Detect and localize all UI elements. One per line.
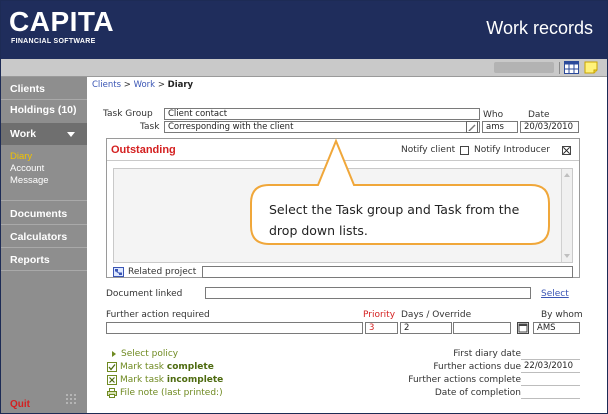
sidebar-subitem-account[interactable]: Account: [10, 163, 44, 174]
cross-box-icon: [107, 375, 117, 385]
task-group-label: Task Group: [103, 109, 153, 119]
sidebar-item-documents[interactable]: Documents: [1, 208, 87, 220]
who-field[interactable]: ams: [482, 121, 518, 133]
days-field[interactable]: 2: [400, 322, 452, 334]
document-linked-label: Document linked: [106, 289, 183, 299]
sidebar-divider: [1, 247, 87, 248]
sidebar-divider: [1, 224, 87, 225]
breadcrumb-work[interactable]: Work: [134, 80, 156, 90]
related-project-label: Related project: [128, 267, 197, 277]
breadcrumb-clients[interactable]: Clients: [92, 80, 121, 90]
edit-icon[interactable]: [466, 121, 478, 133]
app-header: CAPITA FINANCIAL SOFTWARE Work records: [1, 1, 607, 59]
sidebar-item-work[interactable]: Work: [1, 123, 87, 145]
first-diary-date-value: [521, 348, 580, 360]
select-policy-link[interactable]: Select policy: [121, 349, 178, 359]
priority-field[interactable]: 3: [365, 322, 398, 334]
textarea-scrollbar[interactable]: [561, 169, 572, 262]
sidebar-item-holdings[interactable]: Holdings (10): [1, 104, 87, 116]
sidebar-divider: [1, 270, 87, 271]
date-label: Date: [528, 110, 550, 120]
arrow-bullet-icon: [112, 351, 116, 357]
printer-icon: [107, 388, 117, 398]
document-linked-field[interactable]: [205, 287, 531, 299]
outstanding-title: Outstanding: [111, 144, 176, 156]
notify-client-checkbox[interactable]: [460, 146, 469, 155]
sidebar-item-reports[interactable]: Reports: [1, 254, 87, 266]
sidebar: Clients Holdings (10) Work Diary Account…: [1, 77, 87, 413]
mark-incomplete-bold: incomplete: [166, 375, 224, 385]
breadcrumb: Clients > Work > Diary: [92, 80, 193, 90]
user-indicator: [494, 62, 554, 73]
sidebar-item-calculators[interactable]: Calculators: [1, 231, 87, 243]
related-project-icon[interactable]: [113, 267, 124, 277]
toolbar: [1, 59, 607, 77]
brand-subtitle: FINANCIAL SOFTWARE: [11, 38, 96, 45]
further-actions-due-label: Further actions due: [433, 362, 521, 372]
resize-grip-icon[interactable]: [65, 393, 79, 407]
main-content: Clients > Work > Diary Task Group Client…: [87, 77, 607, 413]
sidebar-divider: [1, 99, 87, 100]
breadcrumb-current: Diary: [167, 80, 194, 90]
page-title: Work records: [486, 18, 593, 38]
sidebar-divider: [1, 200, 87, 201]
file-note-link[interactable]: File note (last printed:): [120, 388, 223, 398]
override-field[interactable]: [453, 322, 511, 334]
check-box-icon: [107, 362, 117, 372]
days-override-label: Days / Override: [401, 310, 472, 320]
further-actions-due-value: 22/03/2010: [521, 361, 580, 373]
callout-text: Select the Task group and Task from the …: [269, 202, 520, 238]
select-document-link[interactable]: Select: [541, 289, 569, 299]
further-actions-complete-label: Further actions complete: [408, 375, 521, 385]
calendar-icon[interactable]: [517, 322, 529, 334]
sidebar-subitem-diary[interactable]: Diary: [10, 151, 32, 162]
mark-complete-prefix: Mark task: [120, 362, 167, 372]
grid-view-icon[interactable]: [564, 61, 579, 74]
sidebar-item-clients[interactable]: Clients: [1, 83, 87, 95]
scroll-down-icon[interactable]: [564, 254, 570, 258]
chevron-down-icon: [67, 132, 75, 137]
mark-complete-bold: complete: [166, 362, 214, 372]
further-action-label: Further action required: [106, 310, 210, 320]
notify-client-label: Notify client: [401, 145, 456, 155]
sidebar-subitem-message[interactable]: Message: [10, 175, 49, 186]
breadcrumb-separator: >: [123, 80, 131, 90]
priority-label: Priority: [363, 310, 396, 320]
notify-introducer-label: Notify Introducer: [474, 145, 550, 155]
task-group-select[interactable]: Client contact: [164, 108, 480, 120]
by-whom-field[interactable]: AMS: [533, 322, 580, 334]
toolbar-divider: [559, 62, 560, 74]
app-window: CAPITA FINANCIAL SOFTWARE Work records C…: [0, 0, 608, 414]
sidebar-item-label: Work: [10, 128, 37, 140]
date-of-completion-label: Date of completion: [434, 388, 521, 398]
task-label: Task: [140, 122, 160, 132]
related-project-field[interactable]: [202, 266, 573, 278]
brand-logo: CAPITA: [9, 6, 115, 37]
notify-introducer-checkbox[interactable]: [562, 146, 571, 155]
who-label: Who: [483, 110, 504, 120]
note-icon[interactable]: [584, 61, 599, 74]
first-diary-date-label: First diary date: [453, 349, 521, 359]
scroll-up-icon[interactable]: [564, 173, 570, 177]
date-field[interactable]: 20/03/2010: [520, 121, 579, 133]
mark-incomplete-link[interactable]: Mark task incomplete: [120, 375, 223, 385]
breadcrumb-separator: >: [157, 80, 165, 90]
quit-button[interactable]: Quit: [10, 399, 30, 410]
task-select[interactable]: Corresponding with the client: [164, 121, 480, 133]
outstanding-header: Outstanding Notify client Notify Introdu…: [107, 139, 579, 161]
mark-complete-link[interactable]: Mark task complete: [120, 362, 214, 372]
further-actions-complete-value: [521, 374, 580, 386]
mark-incomplete-prefix: Mark task: [120, 375, 167, 385]
date-of-completion-value: [521, 387, 580, 399]
by-whom-label: By whom: [541, 310, 583, 320]
further-action-field[interactable]: [106, 322, 363, 334]
